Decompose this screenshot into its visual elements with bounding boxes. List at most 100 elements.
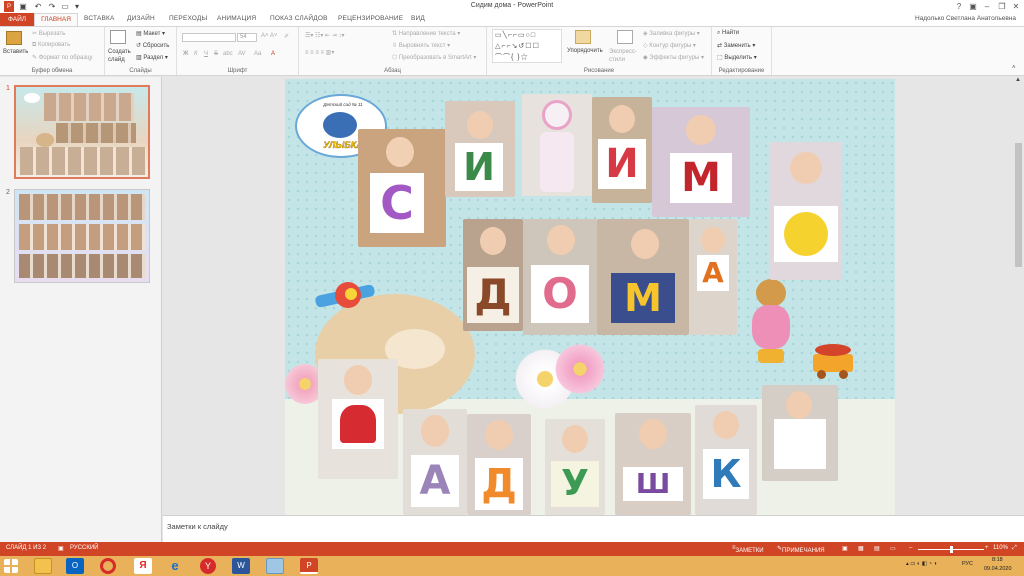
tab-design[interactable]: ДИЗАЙН <box>127 15 155 22</box>
start-button-icon[interactable] <box>4 559 18 573</box>
shape-fill-button[interactable]: ◈ Заливка фигуры ▾ <box>643 30 700 37</box>
select-button[interactable]: ⬚ Выделить ▾ <box>717 54 757 61</box>
clear-format-icon[interactable]: ✐ <box>284 33 289 40</box>
change-case-button[interactable]: Aa <box>254 51 261 57</box>
reading-view-icon[interactable]: ▤ <box>874 545 880 552</box>
help-button[interactable]: ? <box>952 0 966 13</box>
letter-card: И <box>463 145 495 189</box>
shapes-gallery[interactable]: ▭╲⌐⌐▭○□ △⌐⌐↘↺☐☐ ⌒⌒{ }☆ <box>492 29 562 63</box>
new-slide-icon[interactable] <box>110 30 126 44</box>
slide-thumbnail-2[interactable] <box>14 189 150 283</box>
shadow-button[interactable]: abc <box>223 51 233 57</box>
tab-slideshow[interactable]: ПОКАЗ СЛАЙДОВ <box>270 15 328 22</box>
slideshow-view-icon[interactable]: ▭ <box>890 545 896 552</box>
file-explorer-icon[interactable] <box>34 558 52 574</box>
normal-view-icon[interactable]: ▣ <box>842 545 848 552</box>
clipboard-group-label: Буфер обмена <box>31 68 73 74</box>
tray-icons[interactable]: ▴ ▭ ◐ ◧ ◔ ◑ <box>906 561 937 567</box>
slide-1-canvas[interactable]: Детский сад № 11 УЛЫБКА С И И М Д О М А … <box>285 79 895 515</box>
powerpoint-taskbar-icon[interactable]: P <box>300 558 318 574</box>
yandex-icon[interactable]: Я <box>134 558 152 574</box>
notes-placeholder[interactable]: Заметки к слайду <box>167 522 228 531</box>
zoom-out-icon[interactable]: – <box>909 545 912 551</box>
layout-button[interactable]: ▤ Макет ▾ <box>136 30 165 37</box>
strikethrough-button[interactable]: S <box>214 51 218 57</box>
tab-home[interactable]: ГЛАВНАЯ <box>34 13 78 26</box>
zoom-level[interactable]: 110% <box>993 545 1008 551</box>
notes-pane[interactable]: Заметки к слайду <box>163 515 1024 542</box>
opera-icon[interactable] <box>100 558 116 574</box>
minimize-icon[interactable]: – <box>980 0 994 13</box>
letter-card: У <box>561 463 589 504</box>
tab-review[interactable]: РЕЦЕНЗИРОВАНИЕ <box>338 15 403 22</box>
notes-toggle[interactable]: ≡ ЗАМЕТКИ <box>732 545 764 554</box>
reset-button[interactable]: ↺ Сбросить <box>136 42 169 49</box>
italic-button[interactable]: К <box>194 51 198 57</box>
format-painter-button[interactable]: ✎ Формат по образцу <box>32 54 93 61</box>
paragraph-group: ☰▾ ☷▾ ⇤ ⇥ ↕▾ ≡ ≡ ≡ ≡ ▥▾ ⇅ Направление те… <box>299 27 487 75</box>
spellcheck-icon[interactable]: ▣ <box>58 545 64 552</box>
quick-styles-button[interactable]: Экспресс-стили <box>609 48 641 64</box>
bold-button[interactable]: Ж <box>183 51 188 57</box>
font-color-button[interactable]: A <box>271 51 275 57</box>
align-text-label: Выровнять текст <box>398 43 446 49</box>
cut-button[interactable]: ✂ Вырезать <box>32 30 65 37</box>
child-photo: С <box>358 129 446 247</box>
scrollbar-thumb[interactable] <box>1015 143 1022 267</box>
reset-label: Сбросить <box>142 43 170 49</box>
replace-button[interactable]: ⇄ Заменить ▾ <box>717 42 755 49</box>
arrange-button[interactable]: Упорядочить <box>567 48 603 54</box>
toy-cart-image <box>809 344 857 382</box>
font-name-box[interactable] <box>182 33 236 42</box>
arrange-icon[interactable] <box>575 30 591 44</box>
status-bar: СЛАЙД 1 ИЗ 2 ▣ РУССКИЙ ≡ ЗАМЕТКИ ✎ ПРИМЕ… <box>0 542 1024 556</box>
zoom-in-icon[interactable]: + <box>985 545 989 551</box>
char-spacing-button[interactable]: AV <box>238 51 246 57</box>
yandex-browser-icon[interactable]: Y <box>200 558 216 574</box>
clock-time[interactable]: 8:18 <box>992 557 1003 563</box>
shape-effects-button[interactable]: ◆ Эффекты фигуры ▾ <box>643 54 704 61</box>
word-icon[interactable]: W <box>232 558 250 574</box>
bullets-icon[interactable]: ☰▾ ☷▾ ⇤ ⇥ ↕▾ <box>305 32 345 39</box>
clock-date[interactable]: 09.04.2020 <box>984 566 1012 572</box>
tab-transitions[interactable]: ПЕРЕХОДЫ <box>169 15 207 22</box>
tab-insert[interactable]: ВСТАВКА <box>84 15 115 22</box>
vertical-scrollbar[interactable]: ▲ <box>1013 77 1024 514</box>
ribbon-display-icon[interactable]: ▣ <box>966 0 980 13</box>
copy-button[interactable]: ⧉ Копировать <box>32 42 70 49</box>
tab-view[interactable]: ВИД <box>411 15 425 22</box>
comments-toggle[interactable]: ✎ ПРИМЕЧАНИЯ <box>777 545 825 554</box>
find-button[interactable]: ⌕ Найти <box>717 30 739 37</box>
close-icon[interactable]: ✕ <box>1009 0 1023 13</box>
paste-button[interactable]: Вставить <box>3 49 28 55</box>
internet-explorer-icon[interactable]: e <box>166 558 184 574</box>
input-language[interactable]: РУС <box>962 561 973 567</box>
grow-font-icon[interactable]: A˄ A˅ <box>261 33 277 39</box>
slide-sorter-icon[interactable]: ▦ <box>858 545 864 552</box>
collapse-ribbon-icon[interactable]: ˄ <box>1012 65 1016 71</box>
paste-icon[interactable] <box>6 31 22 45</box>
restore-icon[interactable]: ❐ <box>995 0 1009 13</box>
text-direction-button[interactable]: ⇅ Направление текста ▾ <box>392 30 460 37</box>
smartart-button[interactable]: ⬡ Преобразовать в SmartArt ▾ <box>392 54 476 61</box>
fit-slide-icon[interactable]: ⤢ <box>1012 545 1017 552</box>
outlook-icon[interactable]: O <box>66 558 84 574</box>
picture-viewer-icon[interactable] <box>266 558 284 574</box>
shape-outline-label: Контур фигуры <box>649 43 692 49</box>
user-name[interactable]: Надолько Светлана Анатольевна <box>915 15 1016 22</box>
section-button[interactable]: ▥ Раздел ▾ <box>136 54 168 61</box>
shape-outline-button[interactable]: ◇ Контур фигуры ▾ <box>643 42 696 49</box>
editing-group: ⌕ Найти ⇄ Заменить ▾ ⬚ Выделить ▾ Редакт… <box>712 27 772 75</box>
slide-thumbnail-1[interactable] <box>14 85 150 179</box>
new-slide-button[interactable]: Создать слайд <box>108 48 132 64</box>
language-indicator[interactable]: РУССКИЙ <box>70 545 98 551</box>
scroll-up-icon[interactable]: ▲ <box>1015 77 1021 83</box>
underline-button[interactable]: Ч <box>204 51 208 57</box>
align-icons[interactable]: ≡ ≡ ≡ ≡ ▥▾ <box>305 49 334 56</box>
tab-animations[interactable]: АНИМАЦИЯ <box>217 15 256 22</box>
quick-styles-icon[interactable] <box>617 30 633 44</box>
zoom-slider-handle[interactable] <box>950 546 953 553</box>
font-size-box[interactable]: 54 <box>237 33 257 42</box>
tab-file[interactable]: ФАЙЛ <box>0 13 34 26</box>
align-text-button[interactable]: ⇳ Выровнять текст ▾ <box>392 42 450 49</box>
